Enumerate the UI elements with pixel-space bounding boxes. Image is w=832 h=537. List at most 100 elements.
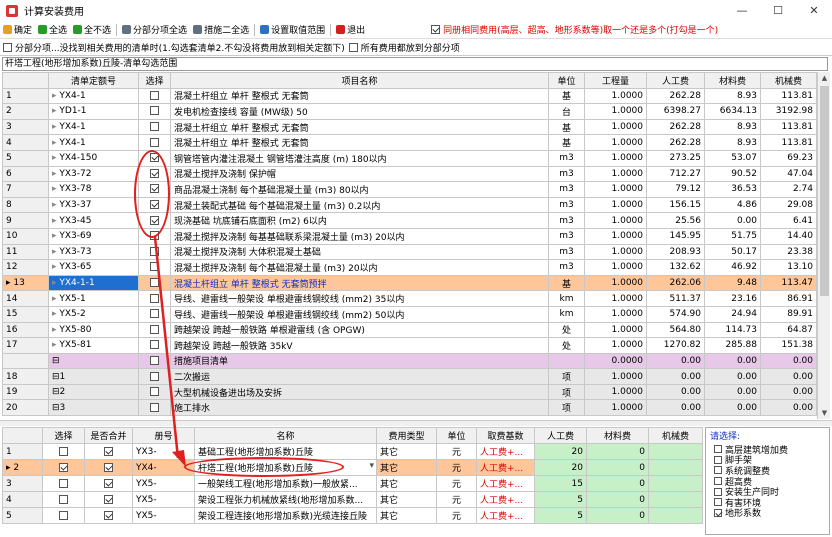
fee-row[interactable]: ▸ 2 YX4- 杆塔工程(地形增加系数)丘陵 ▾ 其它元人工费+... 20 0 [2, 459, 703, 476]
select-cell[interactable] [138, 243, 171, 261]
fee-row[interactable]: 1 YX3- 基础工程(地形增加系数)丘陵 其它元人工费+... 20 0 [2, 443, 703, 460]
fee-column-header[interactable]: 人工费 [534, 427, 587, 444]
column-header[interactable]: 清单定额号 [48, 72, 139, 89]
row-select-checkbox[interactable] [150, 340, 159, 350]
column-header[interactable]: 工程量 [584, 72, 647, 89]
fee-column-header[interactable]: 选择 [42, 427, 85, 444]
row-select-checkbox[interactable] [150, 137, 159, 147]
fee-labor-cell[interactable]: 5 [534, 507, 587, 524]
row-select-checkbox[interactable] [150, 387, 159, 397]
select-cell[interactable] [138, 87, 171, 105]
scroll-down-icon[interactable]: ▼ [818, 407, 831, 419]
close-button[interactable]: ✕ [796, 0, 832, 21]
fee-merge-cell[interactable] [84, 507, 133, 524]
row-select-checkbox[interactable] [150, 324, 159, 334]
fee-merge-cell[interactable] [84, 491, 133, 508]
fee-merge-cell[interactable] [84, 443, 133, 460]
fee-column-header[interactable]: 是否合并 [84, 427, 133, 444]
fee-column-header[interactable]: 名称 [194, 427, 377, 444]
fee-labor-cell[interactable]: 15 [534, 475, 587, 492]
fee-material-cell[interactable]: 0 [586, 443, 649, 460]
select-cell[interactable] [138, 259, 171, 276]
select-cell[interactable] [138, 399, 171, 417]
table-row[interactable]: 20 ⊟3 施工排水项 1.0000 0.00 0.00 0.00 [2, 399, 817, 417]
code-cell[interactable]: ▸ YX3-72 [48, 165, 139, 183]
column-header[interactable]: 人工费 [646, 72, 705, 89]
table-row[interactable]: 19 ⊟2 大型机械设备进出场及安拆项 1.0000 0.00 0.00 0.00 [2, 383, 817, 401]
code-cell[interactable]: ▸ YX4-1-1 [48, 274, 139, 292]
fee-row[interactable]: 3 YX5- 一般架线工程(地形增加系数)一般放紧... 其它元人工费+... 15 0 [2, 475, 703, 492]
fee-select-cell[interactable] [42, 507, 85, 524]
code-cell[interactable]: ▸ YX3-65 [48, 259, 139, 276]
fee-column-header[interactable]: 册号 [132, 427, 195, 444]
code-cell[interactable]: ▸ YX4-150 [48, 149, 139, 167]
code-cell[interactable]: ▸ YX3-37 [48, 196, 139, 214]
code-cell[interactable]: ▸ YX5-2 [48, 305, 139, 323]
toolbar-button-6[interactable]: 退出 [333, 22, 368, 38]
toolbar-button-4[interactable]: 措施二全选 [190, 22, 252, 38]
fee-select-cell[interactable] [42, 459, 85, 476]
fee-select-checkbox[interactable] [59, 510, 68, 520]
code-cell[interactable]: ▸ YX5-81 [48, 337, 139, 354]
table-row[interactable]: 6 ▸ YX3-72 混凝土搅拌及浇制 保护帽 m3 1.0000 712.27 90.52… [2, 165, 817, 183]
select-cell[interactable] [138, 383, 171, 401]
column-header[interactable]: 单位 [548, 72, 585, 89]
fee-labor-cell[interactable]: 20 [534, 459, 587, 476]
toolbar-button-5[interactable]: 设置取值范围 [257, 22, 328, 38]
code-cell[interactable]: ▸ YX4-1 [48, 134, 139, 151]
panel-option-checkbox[interactable] [714, 508, 722, 517]
scroll-up-icon[interactable]: ▲ [818, 72, 831, 84]
row-select-checkbox[interactable] [150, 293, 159, 303]
toolbar-button-3[interactable]: 分部分项全选 [119, 22, 190, 38]
row-select-checkbox[interactable] [150, 355, 159, 365]
table-row[interactable]: 15 ▸ YX5-2 导线、避雷线一般架设 单根避雷线钢绞线 (mm2) 50以内 k… [2, 305, 817, 323]
row-select-checkbox[interactable] [150, 122, 159, 132]
select-cell[interactable] [138, 290, 171, 307]
table-row[interactable]: 8 ▸ YX3-37 混凝土装配式基础 每个基础混凝土量 (m3) 0.2以内 m3 1… [2, 196, 817, 214]
code-cell[interactable]: ▸ YX3-69 [48, 227, 139, 245]
fee-select-cell[interactable] [42, 443, 85, 460]
row-select-checkbox[interactable] [150, 371, 159, 381]
code-cell[interactable]: ▸ YX3-73 [48, 243, 139, 261]
dropdown-chevron-icon[interactable]: ▾ [369, 461, 374, 471]
fee-row[interactable]: 5 YX5- 架设工程连接(地形增加系数)光缆连接丘陵 其它元人工费+... 5 0 [2, 507, 703, 524]
fee-merge-cell[interactable] [84, 475, 133, 492]
table-row[interactable]: 2 ▸ YD1-1 发电机检查接线 容量 (MW级) 50 台 1.0000 6398.2… [2, 103, 817, 120]
code-cell[interactable]: ▸ YX5-80 [48, 321, 139, 339]
select-cell[interactable] [138, 337, 171, 354]
panel-option-checkbox[interactable] [714, 466, 722, 475]
select-cell[interactable] [138, 134, 171, 151]
code-cell[interactable]: ▸ YD1-1 [48, 103, 139, 120]
fee-select-checkbox[interactable] [59, 494, 68, 504]
panel-option-checkbox[interactable] [714, 487, 722, 496]
select-cell[interactable] [138, 103, 171, 120]
code-cell[interactable]: ▸ YX4-1 [48, 87, 139, 105]
fee-select-checkbox[interactable] [59, 446, 68, 456]
column-header[interactable] [2, 72, 49, 89]
panel-option-checkbox[interactable] [714, 455, 722, 464]
fee-machine-cell[interactable] [648, 475, 703, 492]
panel-option[interactable]: 地形系数 [714, 508, 825, 519]
panel-option-checkbox[interactable] [714, 445, 722, 454]
panel-option-checkbox[interactable] [714, 498, 722, 507]
fee-column-header[interactable]: 取费基数 [476, 427, 535, 444]
column-header[interactable]: 材料费 [704, 72, 761, 89]
toolbar-button-1[interactable]: 全选 [35, 22, 70, 38]
row-select-checkbox[interactable] [150, 309, 159, 319]
table-row[interactable]: 1 ▸ YX4-1 混凝土杆组立 单杆 整根式 无套筒基 1.0000 262.28 8.… [2, 87, 817, 105]
table-row[interactable]: 5 ▸ YX4-150 钢管塔管内灌注混凝土 钢管塔灌注高度 (m) 180以内 m3… [2, 149, 817, 167]
row-select-checkbox[interactable] [150, 246, 159, 256]
fee-column-header[interactable]: 机械费 [648, 427, 703, 444]
toolbar-button-0[interactable]: 确定 [0, 22, 35, 38]
code-cell[interactable]: ⊟2 [48, 383, 139, 401]
maximize-button[interactable]: ☐ [760, 0, 796, 21]
table-row[interactable]: 3 ▸ YX4-1 混凝土杆组立 单杆 整根式 无套筒基 1.0000 262.28 8.… [2, 118, 817, 136]
option-0[interactable]: 分部分项...没找到相关费用的清单时(1.勾选套清单2.不勾没将费用放到相关定额… [3, 41, 345, 54]
vertical-scrollbar[interactable]: ▲ ▼ [817, 72, 830, 419]
fee-select-cell[interactable] [42, 475, 85, 492]
table-row[interactable]: 17 ▸ YX5-81 跨越架设 跨越一般铁路 35kV 处 1.0000 1270.82… [2, 337, 817, 354]
code-cell[interactable]: ⊟ [48, 352, 139, 370]
fee-select-cell[interactable] [42, 491, 85, 508]
table-row[interactable]: 7 ▸ YX3-78 商品混凝土浇制 每个基础混凝土量 (m3) 80以内 m3 1.0… [2, 181, 817, 198]
column-header[interactable]: 机械费 [760, 72, 817, 89]
